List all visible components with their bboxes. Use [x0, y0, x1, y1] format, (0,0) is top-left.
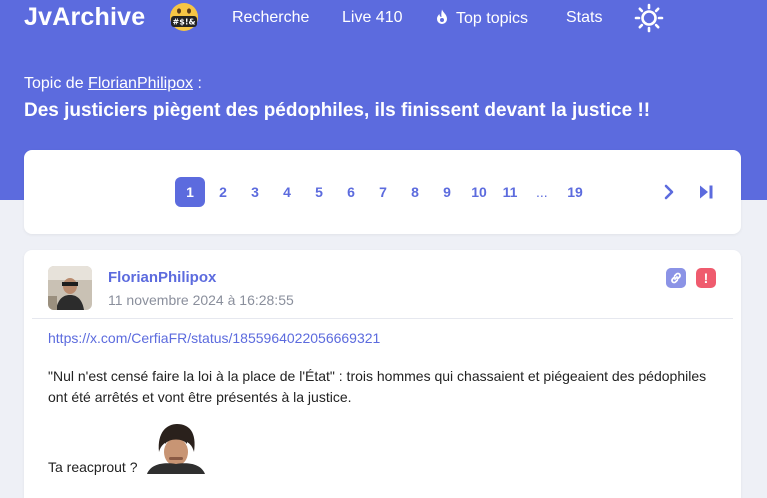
chevron-right-icon[interactable] [660, 183, 678, 201]
message-body-line2: Ta reacprout ? [48, 459, 138, 475]
topic-author-line: Topic de FlorianPhilipox : [24, 75, 202, 93]
last-page-icon[interactable] [697, 183, 715, 201]
nav-top-topics[interactable]: Top topics [434, 9, 528, 28]
nav-recherche[interactable]: Recherche [232, 9, 309, 27]
swearing-emoji-icon: #$!& [170, 3, 198, 31]
message-date: 11 novembre 2024 à 16:28:55 [108, 292, 294, 308]
message-card: FlorianPhilipox 11 novembre 2024 à 16:28… [24, 250, 741, 498]
sun-icon[interactable] [634, 3, 664, 33]
page-10-button[interactable]: 10 [467, 177, 491, 207]
page-last-button[interactable]: 19 [563, 177, 587, 207]
page-3-button[interactable]: 3 [245, 177, 265, 207]
page-1-button[interactable]: 1 [175, 177, 205, 207]
pagination-ellipsis: ... [536, 184, 548, 200]
nav-stats[interactable]: Stats [566, 9, 602, 27]
topic-by-suffix: : [197, 75, 202, 92]
site-logo[interactable]: JvArchive [24, 3, 145, 32]
sticker-image [145, 422, 207, 474]
topic-author-link[interactable]: FlorianPhilipox [88, 75, 193, 92]
link-icon[interactable] [666, 268, 686, 288]
page-7-button[interactable]: 7 [373, 177, 393, 207]
page-5-button[interactable]: 5 [309, 177, 329, 207]
report-button[interactable]: ! [696, 268, 716, 288]
top-nav: JvArchive #$!& Recherche Live 410 Top to… [0, 0, 767, 36]
message-author[interactable]: FlorianPhilipox [108, 269, 216, 286]
page-9-button[interactable]: 9 [437, 177, 457, 207]
emoji-badge-text: #$!& [173, 18, 196, 27]
message-link[interactable]: https://x.com/CerfiaFR/status/1855964022… [48, 330, 380, 346]
message-divider [32, 318, 733, 319]
page-8-button[interactable]: 8 [405, 177, 425, 207]
topic-by-prefix: Topic de [24, 75, 84, 92]
nav-live[interactable]: Live 410 [342, 9, 403, 27]
flame-icon [437, 9, 447, 24]
message-body: "Nul n'est censé faire la loi à la place… [48, 368, 707, 405]
pagination-card: 1 2 3 4 5 6 7 8 9 10 11 ... 19 [24, 150, 741, 234]
page-11-button[interactable]: 11 [499, 177, 521, 207]
page-6-button[interactable]: 6 [341, 177, 361, 207]
page-4-button[interactable]: 4 [277, 177, 297, 207]
nav-top-topics-label: Top topics [456, 10, 529, 27]
topic-title: Des justiciers piègent des pédophiles, i… [24, 100, 651, 121]
author-avatar[interactable] [48, 266, 92, 310]
page-2-button[interactable]: 2 [213, 177, 233, 207]
